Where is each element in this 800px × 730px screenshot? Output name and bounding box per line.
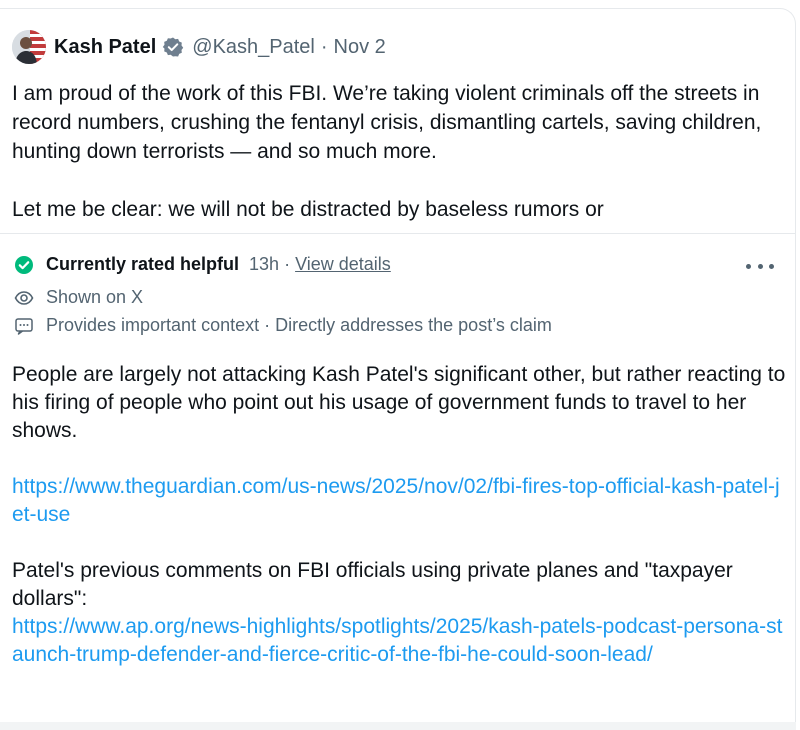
post-header: Kash Patel @Kash_Patel · Nov 2 xyxy=(12,29,386,65)
note-status-label: Currently rated helpful xyxy=(46,254,240,274)
verified-badge-icon xyxy=(163,37,184,57)
note-time: 13h xyxy=(249,254,280,274)
context-label: Provides important context · Directly ad… xyxy=(46,315,552,335)
post-date[interactable]: Nov 2 xyxy=(334,36,386,59)
note-status-row: Currently rated helpful 13h · View detai… xyxy=(14,254,391,275)
author-name[interactable]: Kash Patel xyxy=(54,36,156,59)
message-icon xyxy=(15,317,33,335)
eye-icon xyxy=(14,290,34,305)
more-horizontal-icon xyxy=(746,263,751,269)
note-shown-row: Shown on X xyxy=(14,287,143,308)
note-body: People are largely not attacking Kash Pa… xyxy=(12,361,787,669)
author-handle[interactable]: @Kash_Patel xyxy=(192,36,315,59)
note-separator: · xyxy=(284,254,291,274)
note-context-row: Provides important context · Directly ad… xyxy=(14,315,552,336)
post-text: I am proud of the work of this FBI. We’r… xyxy=(12,79,787,224)
more-options-button[interactable] xyxy=(746,256,774,276)
community-note: Currently rated helpful 13h · View detai… xyxy=(0,233,796,730)
avatar-image xyxy=(12,30,46,64)
note-paragraph-2: Patel's previous comments on FBI officia… xyxy=(12,559,733,610)
check-circle-icon xyxy=(15,255,33,274)
post-paragraph-2: Let me be clear: we will not be distract… xyxy=(12,198,604,221)
header-separator: · xyxy=(320,35,328,58)
ap-link[interactable]: https://www.ap.org/news-highlights/spotl… xyxy=(12,615,782,666)
view-details-link[interactable]: View details xyxy=(295,254,391,275)
guardian-link[interactable]: https://www.theguardian.com/us-news/2025… xyxy=(12,475,780,526)
bottom-divider xyxy=(0,722,796,730)
post-paragraph-1: I am proud of the work of this FBI. We’r… xyxy=(12,82,762,163)
shown-on-label: Shown on X xyxy=(46,287,144,307)
note-paragraph-1: People are largely not attacking Kash Pa… xyxy=(12,363,786,442)
avatar[interactable] xyxy=(12,30,46,64)
